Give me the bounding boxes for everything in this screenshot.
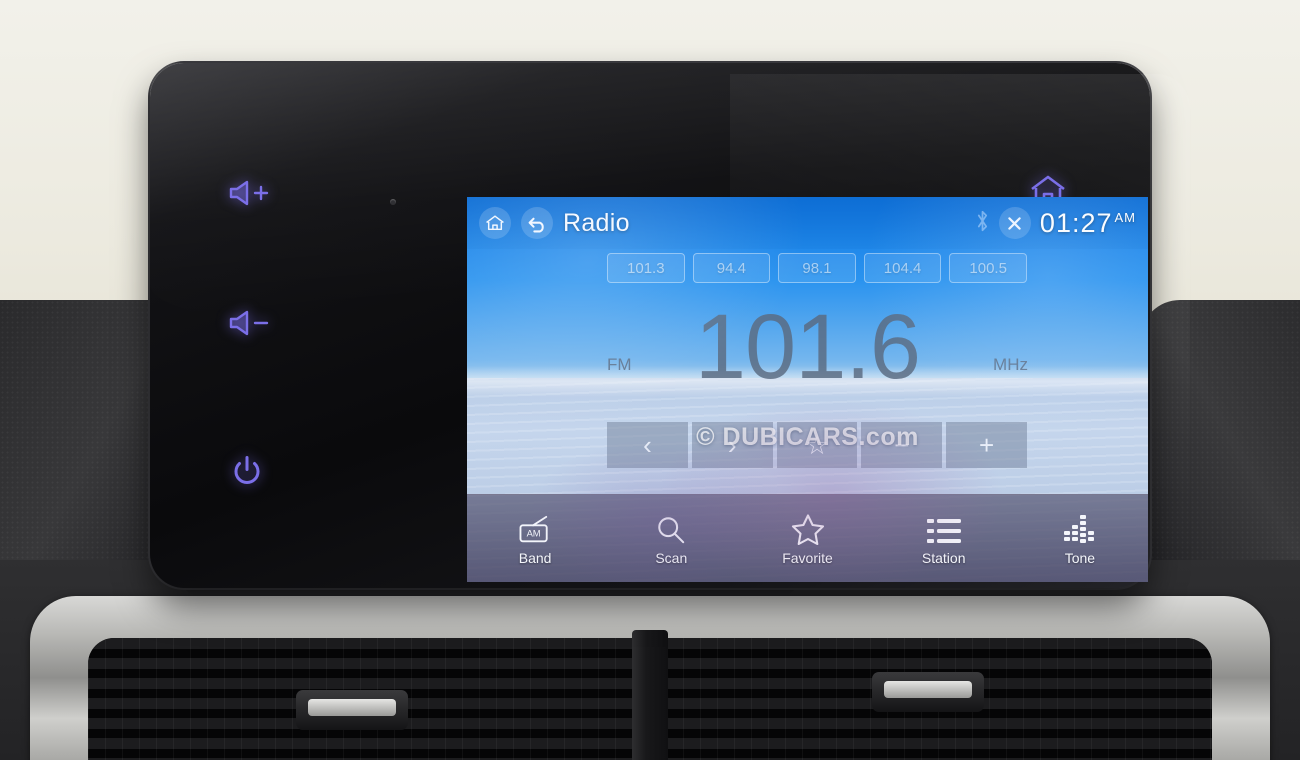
band-label: FM [607,355,632,374]
seek-down-button[interactable]: ‹ [607,422,688,468]
nav-item-station[interactable]: Station [876,495,1012,582]
tune-up-button[interactable]: + [946,422,1027,468]
clock-ampm: AM [1114,209,1136,225]
touchscreen-display[interactable]: Radio 01:27 AM 101.3 94.4 98.1 104.4 100… [467,197,1148,582]
nav-label-band: Band [518,550,552,566]
equalizer-icon [1063,511,1097,545]
nav-label-favorite: Favorite [782,550,833,566]
frequency-unit: MHz [993,355,1028,374]
nav-label-tone: Tone [1064,550,1096,566]
preset-button-4[interactable]: 104.4 [863,253,942,283]
volume-up-key[interactable] [220,173,280,213]
vent-center-divider[interactable] [632,630,668,760]
power-key[interactable] [220,448,274,494]
tune-down-button[interactable]: − [861,422,943,468]
clock: 01:27 AM [1040,208,1136,239]
preset-button-3[interactable]: 98.1 [778,253,856,283]
nav-item-favorite[interactable]: Favorite [739,495,875,582]
frequency-value: 101.6 [694,296,921,398]
list-icon [926,511,961,545]
microphone-hole [390,199,396,205]
preset-row: 101.3 94.4 98.1 104.4 100.5 [607,253,1027,283]
nav-label-station: Station [921,550,966,566]
vent-adjuster-right[interactable] [872,672,984,712]
tuner-control-row: ‹ › ☆ − + [607,422,1027,468]
preset-button-2[interactable]: 94.4 [692,253,771,283]
dashboard-scene: Radio 01:27 AM 101.3 94.4 98.1 104.4 100… [0,0,1300,760]
seek-up-button[interactable]: › [691,422,773,468]
vent-adjuster-left[interactable] [296,690,408,730]
nav-item-tone[interactable]: Tone [1012,495,1148,582]
svg-text:AM: AM [527,529,541,539]
search-icon [655,511,687,545]
back-arrow-icon[interactable] [521,207,553,239]
nav-item-band[interactable]: AM Band [467,495,603,582]
am-radio-icon: AM [518,511,552,545]
preset-button-5[interactable]: 100.5 [949,253,1027,283]
clock-time: 01:27 [1039,207,1113,238]
nav-label-scan: Scan [655,550,688,566]
status-title-bar: Radio 01:27 AM [467,197,1148,249]
head-unit-bezel: Radio 01:27 AM 101.3 94.4 98.1 104.4 100… [150,63,1190,588]
nav-item-scan[interactable]: Scan [603,495,739,582]
dashboard-right-trim [1140,300,1300,600]
page-title: Radio [563,208,630,237]
bluetooth-icon [975,209,990,238]
volume-down-key[interactable] [220,303,280,343]
favorite-button[interactable]: ☆ [776,422,858,468]
star-icon [791,511,825,545]
home-icon[interactable] [479,207,511,239]
preset-button-1[interactable]: 101.3 [607,253,685,283]
frequency-display: 101.6 FM MHz [467,297,1148,407]
close-icon[interactable] [998,207,1031,239]
bottom-nav-bar: AM Band Scan Favorite Station Tone [467,494,1148,582]
